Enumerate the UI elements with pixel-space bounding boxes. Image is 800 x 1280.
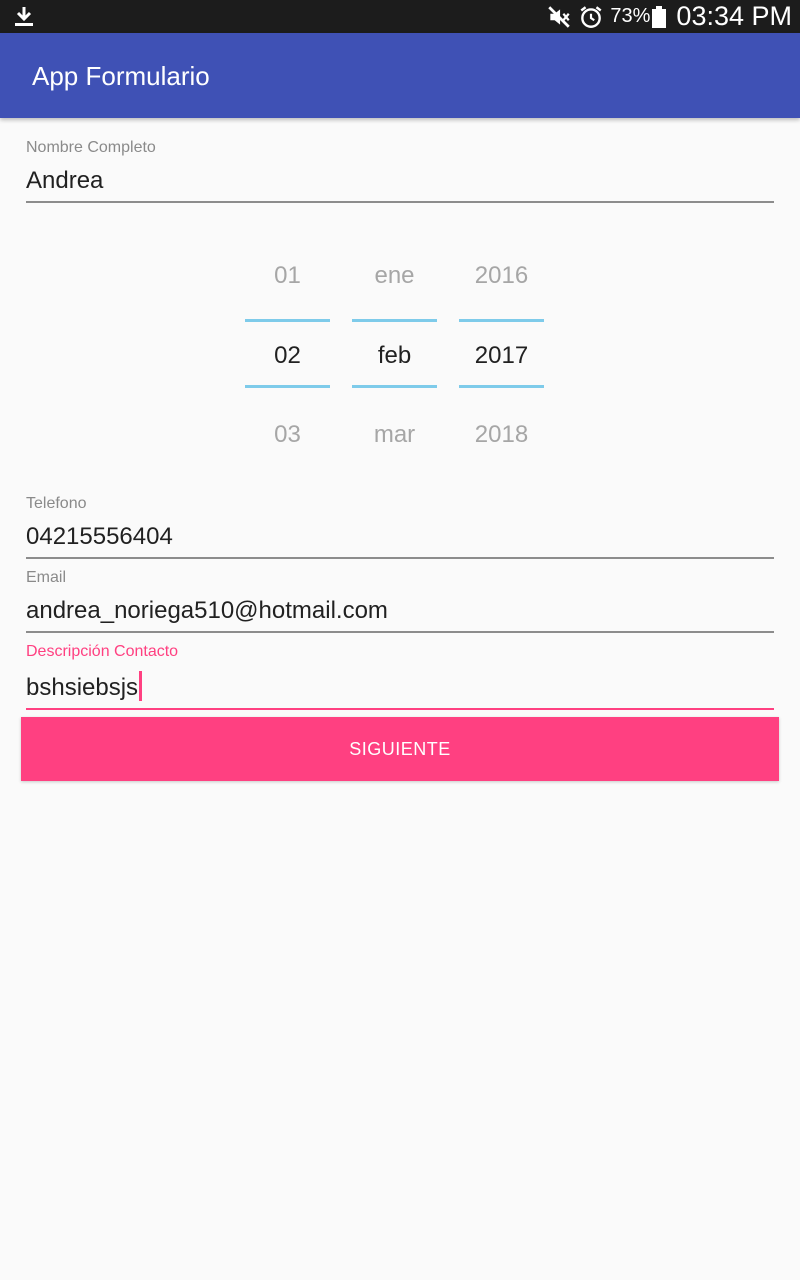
month-divider-bottom [352, 385, 437, 388]
app-bar: App Formulario [0, 33, 800, 118]
name-field[interactable]: Nombre Completo Andrea [26, 139, 774, 203]
email-field-label: Email [26, 569, 67, 586]
phone-field-underline [26, 557, 774, 559]
day-picker-column[interactable]: 01 02 03 [245, 240, 330, 470]
battery-percent: 73% [610, 5, 651, 27]
day-next-value[interactable]: 03 [245, 421, 330, 449]
day-prev-value[interactable]: 01 [245, 262, 330, 290]
month-selected-value[interactable]: feb [352, 342, 437, 370]
alarm-icon [580, 5, 602, 28]
month-picker-column[interactable]: ene feb mar [352, 240, 437, 470]
email-field-value[interactable]: andrea_noriega510@hotmail.com [26, 597, 774, 625]
battery-icon [652, 5, 667, 28]
description-field-underline [26, 708, 774, 710]
phone-field-value[interactable]: 04215556404 [26, 523, 774, 551]
name-field-underline [26, 201, 774, 203]
year-divider-top [459, 319, 544, 322]
phone-field-label: Telefono [26, 495, 87, 512]
date-picker[interactable]: 01 02 03 ene feb mar 2016 2017 2018 [245, 240, 544, 470]
year-prev-value[interactable]: 2016 [459, 262, 544, 290]
clock-time: 03:34 PM [676, 1, 792, 31]
description-field[interactable]: Descripción Contacto bshsiebsjs [26, 643, 774, 710]
year-selected-value[interactable]: 2017 [459, 342, 544, 370]
name-field-label: Nombre Completo [26, 139, 156, 156]
mute-icon [548, 5, 571, 28]
next-button[interactable]: SIGUIENTE [21, 717, 779, 781]
description-field-input[interactable]: bshsiebsjs [26, 671, 774, 702]
email-field[interactable]: Email andrea_noriega510@hotmail.com [26, 569, 774, 633]
text-cursor [139, 671, 143, 701]
description-field-label: Descripción Contacto [26, 643, 179, 660]
year-picker-column[interactable]: 2016 2017 2018 [459, 240, 544, 470]
month-divider-top [352, 319, 437, 322]
app-title: App Formulario [32, 61, 210, 91]
email-field-underline [26, 631, 774, 633]
status-bar: 73% 03:34 PM [0, 0, 800, 33]
month-next-value[interactable]: mar [352, 421, 437, 449]
year-divider-bottom [459, 385, 544, 388]
year-next-value[interactable]: 2018 [459, 421, 544, 449]
month-prev-value[interactable]: ene [352, 262, 437, 290]
phone-field[interactable]: Telefono 04215556404 [26, 495, 774, 559]
download-icon [15, 7, 33, 26]
day-selected-value[interactable]: 02 [245, 342, 330, 370]
name-field-value[interactable]: Andrea [26, 167, 774, 195]
day-divider-bottom [245, 385, 330, 388]
description-field-value: bshsiebsjs [26, 674, 139, 701]
status-icons: 73% 03:34 PM [546, 0, 792, 33]
day-divider-top [245, 319, 330, 322]
